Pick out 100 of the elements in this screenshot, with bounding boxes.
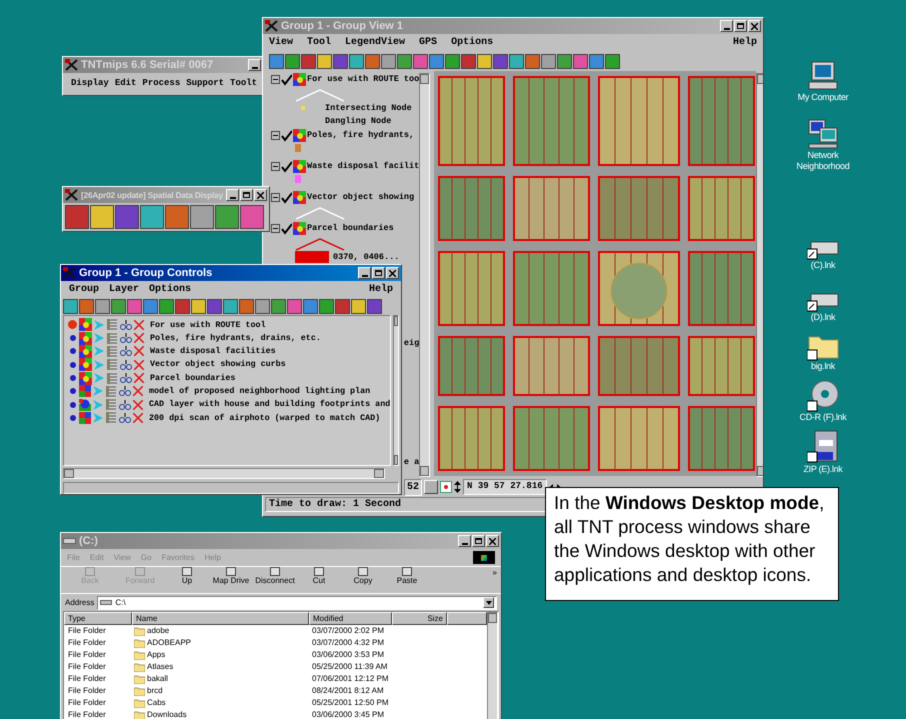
tool-icon[interactable] bbox=[90, 205, 114, 229]
menu-item[interactable]: Process bbox=[142, 77, 180, 91]
collapse-icon[interactable] bbox=[271, 162, 280, 171]
zip-icon[interactable] bbox=[807, 430, 839, 464]
table-cell[interactable]: bakall bbox=[147, 673, 168, 685]
tool-icon[interactable] bbox=[509, 54, 524, 68]
toolbar-button[interactable]: Copy bbox=[341, 567, 385, 586]
tool-icon[interactable] bbox=[413, 54, 428, 68]
binoculars-icon[interactable] bbox=[119, 412, 131, 423]
column-header[interactable]: Modified bbox=[309, 612, 392, 625]
minimize-icon[interactable] bbox=[248, 59, 261, 71]
binoculars-icon[interactable] bbox=[120, 360, 132, 370]
delete-icon[interactable] bbox=[134, 360, 144, 370]
tool-icon[interactable] bbox=[351, 298, 366, 314]
tool-icon[interactable] bbox=[301, 54, 316, 68]
tool-icon[interactable] bbox=[589, 54, 604, 68]
close-icon[interactable] bbox=[254, 189, 267, 201]
check-mark-icon[interactable] bbox=[281, 222, 292, 234]
tool-icon[interactable] bbox=[445, 54, 460, 68]
scrollbar[interactable] bbox=[419, 73, 430, 477]
column-header[interactable]: Size bbox=[392, 612, 447, 625]
delete-icon[interactable] bbox=[134, 333, 144, 344]
collapse-icon[interactable] bbox=[271, 131, 280, 140]
table-cell[interactable]: brcd bbox=[147, 685, 163, 697]
scrollbar[interactable] bbox=[393, 315, 399, 466]
column-header[interactable]: Name bbox=[132, 612, 309, 625]
toolbar-button[interactable]: Paste bbox=[385, 567, 429, 586]
tool-icon[interactable] bbox=[319, 298, 334, 314]
collapse-icon[interactable] bbox=[271, 193, 280, 202]
tool-icon[interactable] bbox=[255, 298, 270, 314]
delete-icon[interactable] bbox=[133, 400, 143, 410]
binoculars-icon[interactable] bbox=[120, 373, 132, 384]
close-icon[interactable] bbox=[748, 20, 761, 32]
desktop-icon-label[interactable]: (C).lnk bbox=[810, 260, 836, 271]
binoculars-icon[interactable] bbox=[120, 333, 132, 344]
tool-icon[interactable] bbox=[95, 298, 110, 314]
menu-item[interactable]: Tool bbox=[307, 35, 332, 50]
menu-item[interactable]: Edit bbox=[114, 77, 136, 91]
menu-item[interactable]: Help bbox=[368, 282, 393, 297]
more-button[interactable]: » bbox=[492, 567, 497, 579]
table-cell[interactable]: ADOBEAPP bbox=[147, 637, 192, 649]
menu-item[interactable]: Options bbox=[149, 282, 192, 297]
tool-icon[interactable] bbox=[111, 298, 126, 314]
menu-item[interactable]: Layer bbox=[109, 282, 140, 297]
tool-icon[interactable] bbox=[159, 298, 174, 314]
delete-icon[interactable] bbox=[134, 373, 144, 384]
tool-icon[interactable] bbox=[127, 298, 142, 314]
menu-item[interactable]: GPS bbox=[419, 35, 438, 50]
table-cell[interactable]: adobe bbox=[147, 625, 170, 637]
binoculars-icon[interactable] bbox=[119, 386, 131, 396]
delete-icon[interactable] bbox=[133, 412, 143, 423]
tool-icon[interactable] bbox=[317, 54, 332, 68]
table-cell[interactable]: Apps bbox=[147, 649, 166, 661]
toolbar-button[interactable]: Map Drive bbox=[209, 567, 253, 586]
tool-icon[interactable] bbox=[79, 298, 94, 314]
tool-icon[interactable] bbox=[335, 298, 350, 314]
tool-icon[interactable] bbox=[557, 54, 572, 68]
table-cell[interactable]: Cabs bbox=[147, 697, 166, 709]
maximize-icon[interactable] bbox=[240, 189, 253, 201]
computer-icon[interactable] bbox=[807, 60, 839, 92]
toolbar-button[interactable]: Cut bbox=[297, 567, 341, 586]
tool-icon[interactable] bbox=[429, 54, 444, 68]
tool-icon[interactable] bbox=[207, 298, 222, 314]
tool-icon[interactable] bbox=[493, 54, 508, 68]
maximize-icon[interactable] bbox=[372, 267, 385, 279]
collapse-icon[interactable] bbox=[271, 224, 280, 233]
menu-item[interactable]: View bbox=[269, 35, 294, 50]
dropdown-icon[interactable] bbox=[483, 597, 494, 608]
tool-icon[interactable] bbox=[381, 54, 396, 68]
tool-icon[interactable] bbox=[349, 54, 364, 68]
menu-item[interactable]: LegendView bbox=[345, 35, 406, 50]
tool-icon[interactable] bbox=[365, 54, 380, 68]
tool-icon[interactable] bbox=[477, 54, 492, 68]
tool-icon[interactable] bbox=[63, 298, 78, 314]
delete-icon[interactable] bbox=[134, 346, 144, 356]
binoculars-icon[interactable] bbox=[119, 400, 131, 410]
maximize-icon[interactable] bbox=[734, 20, 747, 32]
tool-icon[interactable] bbox=[285, 54, 300, 68]
address-field[interactable]: C:\ bbox=[97, 596, 497, 610]
scrollbar[interactable] bbox=[63, 468, 385, 480]
toolbar-button[interactable]: Disconnect bbox=[253, 567, 297, 586]
check-mark-icon[interactable] bbox=[281, 130, 292, 142]
minimize-icon[interactable] bbox=[358, 267, 371, 279]
table-cell[interactable]: Downloads bbox=[147, 709, 187, 719]
desktop-icon-label[interactable]: Network Neighborhood bbox=[783, 150, 863, 172]
cdrom-icon[interactable] bbox=[807, 380, 839, 412]
menu-item[interactable]: Toolt bbox=[230, 77, 258, 91]
tool-icon[interactable] bbox=[303, 298, 318, 314]
table-cell[interactable]: Atlases bbox=[147, 661, 174, 673]
tool-icon[interactable] bbox=[239, 298, 254, 314]
tool-icon[interactable] bbox=[605, 54, 620, 68]
tool-icon[interactable] bbox=[271, 298, 286, 314]
desktop-icon-label[interactable]: My Computer bbox=[798, 92, 848, 103]
collapse-icon[interactable] bbox=[271, 75, 280, 84]
tool-icon[interactable] bbox=[573, 54, 588, 68]
menu-item[interactable]: Options bbox=[451, 35, 494, 50]
binoculars-icon[interactable] bbox=[120, 320, 132, 330]
menu-item[interactable]: Support bbox=[186, 77, 224, 91]
close-icon[interactable] bbox=[486, 535, 499, 547]
column-header[interactable]: Type bbox=[64, 612, 132, 625]
